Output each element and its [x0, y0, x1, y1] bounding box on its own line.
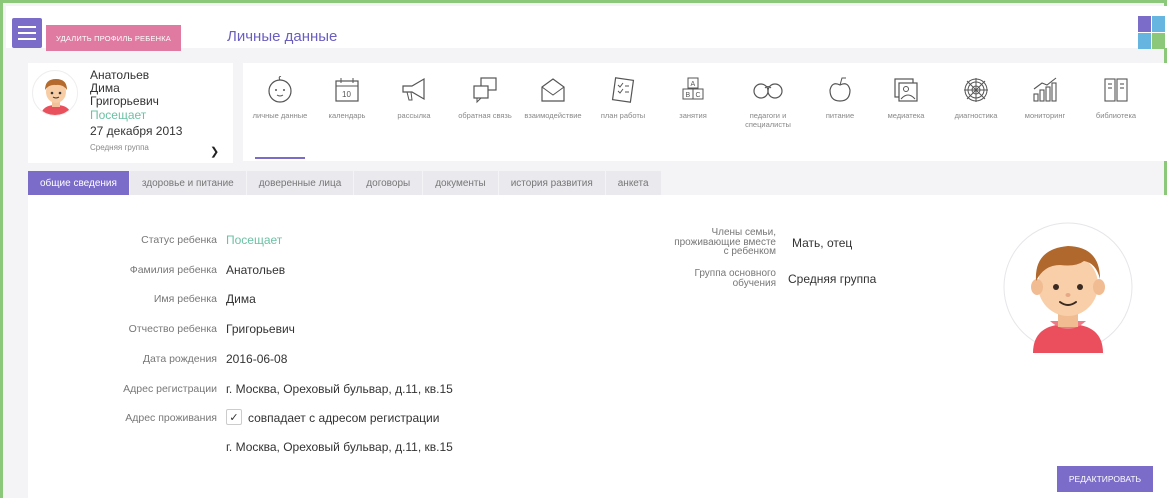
edit-button[interactable]: редактировать [1057, 466, 1153, 492]
family-label: Члены семьи, проживающие вместе с ребенк… [646, 228, 776, 257]
book-icon [1104, 78, 1128, 102]
menu-item-monitoring[interactable]: мониторинг [1010, 63, 1080, 161]
menu-item-diagnostics[interactable]: диагностика [941, 63, 1011, 161]
profile-status: Посещает [90, 108, 147, 122]
envelope-icon [541, 78, 565, 102]
menu-label: занятия [679, 111, 707, 120]
tab-trusted[interactable]: доверенные лица [246, 171, 354, 195]
field-label: Дата рождения [142, 353, 217, 365]
same-address-checkbox[interactable]: ✓ [226, 409, 242, 425]
chart-icon [1033, 77, 1057, 102]
svg-text:B: B [686, 92, 691, 99]
web-icon [964, 78, 988, 102]
profile-name: Анатольев Дима Григорьевич [90, 69, 159, 108]
child-avatar [988, 221, 1136, 353]
menu-label: педагоги и специалисты [745, 111, 791, 129]
dob-value: 2016-06-08 [226, 352, 288, 366]
menu-label: библиотека [1095, 111, 1137, 120]
surname-value: Анатольев [226, 263, 286, 277]
menu-label: рассылка [397, 111, 431, 120]
baby-face-icon [268, 76, 292, 103]
registration-address: г. Москва, Ореховый бульвар, д.11, кв.15 [226, 382, 453, 396]
menu-item-teachers[interactable]: педагоги и специалисты [733, 63, 803, 161]
svg-text:A: A [691, 81, 696, 88]
menu-item-personal[interactable]: личные данные [245, 63, 315, 161]
group-label-line: обучения [732, 277, 776, 289]
tab-bar: общие сведения здоровье и питание довере… [28, 171, 662, 195]
apple-icon [829, 77, 851, 102]
group-label: Группа основного обучения [646, 269, 776, 288]
media-icon [894, 78, 918, 102]
glasses-icon [753, 83, 783, 99]
residence-address: г. Москва, Ореховый бульвар, д.11, кв.15 [226, 440, 453, 454]
app-frame: удалить профиль ребенка Личные данные Ан… [0, 0, 1167, 498]
tab-general[interactable]: общие сведения [28, 171, 129, 195]
tab-documents[interactable]: документы [423, 171, 498, 195]
megaphone-icon [402, 77, 425, 101]
field-label: Отчество ребенка [128, 323, 217, 335]
menu-item-library[interactable]: библиотека [1081, 63, 1151, 161]
menu-item-classes[interactable]: ABC занятия [658, 63, 728, 161]
group-value: Средняя группа [788, 272, 877, 286]
menu-item-feedback[interactable]: обратная связь [450, 63, 520, 161]
chevron-down-icon[interactable]: ❯ [210, 145, 219, 158]
profile-patronymic: Григорьевич [90, 94, 159, 108]
profile-card: Анатольев Дима Григорьевич Посещает 27 д… [28, 63, 233, 163]
profile-group: Средняя группа [90, 143, 149, 152]
svg-text:10: 10 [342, 90, 351, 99]
calendar-icon: 10 [335, 78, 359, 102]
menu-icon[interactable] [12, 18, 42, 48]
field-label: Адрес регистрации [123, 383, 217, 395]
menu-label: мониторинг [1024, 111, 1066, 120]
menu-item-calendar[interactable]: 10 календарь [312, 63, 382, 161]
menu-item-media[interactable]: медиатека [871, 63, 941, 161]
status-value: Посещает [226, 233, 283, 247]
delete-profile-button[interactable]: удалить профиль ребенка [46, 25, 181, 51]
family-label-line: с ребенком [723, 246, 776, 257]
tab-development[interactable]: история развития [498, 171, 605, 195]
top-bar: удалить профиль ребенка Личные данные [6, 6, 1167, 51]
field-label: Фамилия ребенка [129, 264, 217, 276]
avatar [32, 70, 78, 116]
logo [1138, 16, 1165, 52]
feedback-icon [473, 77, 497, 104]
menu-item-mailing[interactable]: рассылка [379, 63, 449, 161]
patronymic-value: Григорьевич [226, 322, 295, 336]
menu-item-interaction[interactable]: взаимодействие [518, 63, 588, 161]
tab-health[interactable]: здоровье и питание [129, 171, 246, 195]
section-menu: личные данные 10 календарь рассылка обра… [243, 63, 1167, 161]
tab-questionnaire[interactable]: анкета [605, 171, 661, 195]
profile-dob: 27 декабря 2013 [90, 124, 183, 138]
tab-contracts[interactable]: договоры [354, 171, 423, 195]
field-label: Адрес проживания [125, 412, 217, 424]
abc-blocks-icon: AB C [682, 77, 704, 100]
same-address-label: совпадает с адресом регистрации [248, 411, 440, 425]
name-value: Дима [226, 292, 256, 306]
svg-text:C: C [696, 92, 701, 99]
field-label: Статус ребенка [141, 234, 217, 246]
plan-icon [611, 77, 635, 103]
field-label: Имя ребенка [153, 293, 217, 305]
page-title: Личные данные [227, 28, 338, 45]
menu-item-work-plan[interactable]: план работы [588, 63, 658, 161]
family-value: Мать, отец [792, 236, 853, 250]
